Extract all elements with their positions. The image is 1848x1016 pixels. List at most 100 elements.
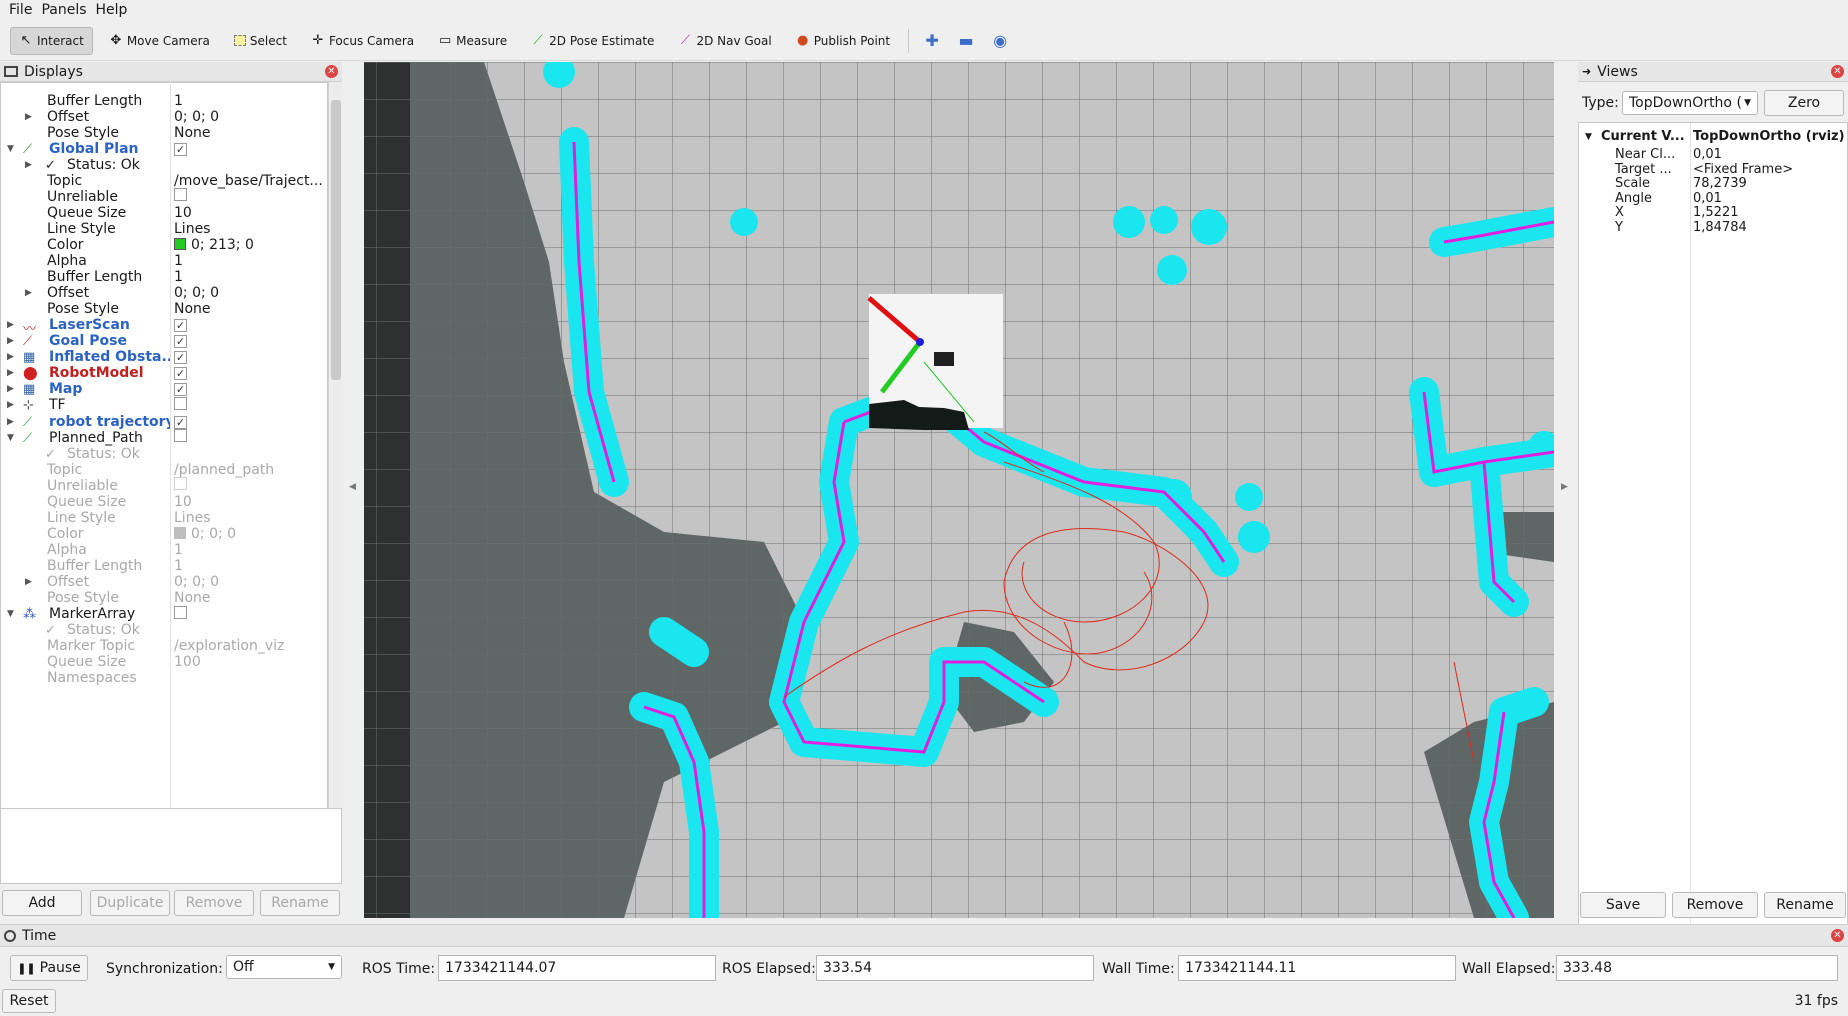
expand-icon[interactable]: ▼ bbox=[7, 144, 17, 154]
move-camera-tool[interactable]: ✥ Move Camera bbox=[101, 27, 218, 55]
menu-file[interactable]: File bbox=[9, 2, 32, 18]
collapse-icon[interactable]: ▶ bbox=[25, 577, 35, 587]
views-column-separator bbox=[1690, 123, 1691, 949]
duplicate-display-button[interactable]: Duplicate bbox=[90, 890, 170, 916]
measure-tool[interactable]: ▭ Measure bbox=[430, 27, 515, 55]
pause-button[interactable]: ❚❚ Pause bbox=[10, 955, 88, 981]
wall-time-label: Wall Time: bbox=[1102, 961, 1175, 977]
view-property-name: Angle bbox=[1615, 190, 1652, 206]
collapse-icon[interactable]: ▶ bbox=[7, 320, 17, 330]
view-type-row: Type: TopDownOrtho ( ▼ Zero bbox=[1578, 88, 1848, 118]
map-view[interactable] bbox=[364, 62, 1554, 918]
displays-panel: Displays ✕ Buffer Length 1 ▶ Offset 0; 0; 0P… bbox=[0, 62, 342, 864]
collapse-icon[interactable]: ▶ bbox=[7, 417, 17, 427]
view-property-name: Y bbox=[1615, 219, 1623, 235]
rename-view-button[interactable]: Rename bbox=[1764, 892, 1846, 918]
collapse-icon[interactable]: ▶ bbox=[25, 112, 35, 122]
toolbar-separator bbox=[908, 28, 910, 53]
nav-goal-tool[interactable]: ⟋ 2D Nav Goal bbox=[670, 27, 779, 55]
view-property-value: 0,01 bbox=[1693, 190, 1722, 206]
ros-elapsed-field[interactable]: 333.54 bbox=[816, 955, 1094, 981]
enable-checkbox[interactable]: ✓ bbox=[174, 335, 187, 349]
view-property-row[interactable]: Y 1,84784 bbox=[1579, 220, 1848, 237]
enable-checkbox[interactable]: ✓ bbox=[174, 351, 187, 365]
toolbar: ↖ Interact ✥ Move Camera Select ✛ Focus … bbox=[0, 21, 1848, 61]
ros-elapsed-label: ROS Elapsed: bbox=[722, 961, 816, 977]
enable-checkbox[interactable]: ✓ bbox=[174, 319, 187, 333]
current-view-row[interactable]: ▼ Current V... TopDownOrtho (rviz) bbox=[1579, 129, 1848, 146]
collapse-icon[interactable]: ▶ bbox=[25, 288, 35, 298]
check-icon: ✓ bbox=[45, 157, 56, 173]
enable-checkbox[interactable]: ✓ bbox=[174, 383, 187, 397]
scrollbar-thumb[interactable] bbox=[331, 100, 341, 380]
enable-checkbox[interactable]: ✓ bbox=[174, 415, 187, 429]
view-property-name: X bbox=[1615, 205, 1624, 220]
chevron-down-icon: ▼ bbox=[328, 962, 335, 972]
expand-icon[interactable]: ▼ bbox=[7, 433, 17, 443]
left-splitter[interactable]: ◀ bbox=[344, 62, 362, 918]
type-label: Type: bbox=[1582, 95, 1619, 111]
close-icon[interactable]: ✕ bbox=[325, 65, 338, 78]
views-arrow-icon: ➜ bbox=[1582, 65, 1592, 78]
wall-elapsed-field[interactable]: 333.48 bbox=[1556, 955, 1838, 981]
publish-point-label: Publish Point bbox=[813, 33, 891, 48]
eye-icon[interactable]: ◉ bbox=[985, 31, 1015, 50]
display-row[interactable]: Namespaces bbox=[1, 669, 327, 688]
view-type-select[interactable]: TopDownOrtho ( ▼ bbox=[1622, 91, 1758, 115]
sync-value: Off bbox=[233, 959, 254, 975]
collapse-icon[interactable]: ▶ bbox=[7, 352, 17, 362]
color-swatch[interactable] bbox=[174, 237, 186, 250]
menu-panels[interactable]: Panels bbox=[41, 2, 86, 18]
pause-icon: ❚❚ bbox=[17, 961, 36, 975]
collapse-icon[interactable]: ▶ bbox=[7, 368, 17, 378]
render-viewport[interactable] bbox=[364, 62, 1554, 918]
zero-button[interactable]: Zero bbox=[1764, 90, 1844, 116]
current-view-name: Current V... bbox=[1601, 129, 1685, 144]
expand-icon[interactable]: ▼ bbox=[7, 609, 17, 619]
pose-estimate-label: 2D Pose Estimate bbox=[549, 33, 655, 48]
enable-checkbox[interactable] bbox=[174, 477, 187, 491]
menu-help[interactable]: Help bbox=[96, 2, 128, 18]
views-title-bar: ➜ Views ✕ bbox=[1578, 62, 1848, 82]
add-tool-icon[interactable]: ✚ bbox=[917, 31, 947, 50]
pose-estimate-tool[interactable]: ⟋ 2D Pose Estimate bbox=[523, 27, 662, 55]
enable-checkbox[interactable] bbox=[174, 429, 187, 443]
time-panel: Time ✕ ❚❚ Pause Synchronization: Off ▼ R… bbox=[0, 924, 1848, 1016]
displays-title-bar: Displays ✕ bbox=[0, 62, 342, 82]
save-view-button[interactable]: Save bbox=[1580, 892, 1666, 918]
remove-view-button[interactable]: Remove bbox=[1672, 892, 1758, 918]
wall-time-field[interactable]: 1733421144.11 bbox=[1178, 955, 1456, 981]
remove-display-button[interactable]: Remove bbox=[174, 890, 254, 916]
enable-checkbox[interactable] bbox=[174, 188, 187, 202]
add-display-button[interactable]: Add bbox=[2, 890, 82, 916]
robot-model-icon: ⬤ bbox=[23, 366, 38, 382]
displays-scrollbar[interactable] bbox=[328, 82, 342, 864]
collapse-icon[interactable]: ▶ bbox=[7, 400, 17, 410]
ros-time-field[interactable]: 1733421144.07 bbox=[438, 955, 716, 981]
interact-tool[interactable]: ↖ Interact bbox=[10, 26, 93, 55]
enable-checkbox[interactable]: ✓ bbox=[174, 367, 187, 381]
enable-checkbox[interactable]: ✓ bbox=[174, 142, 187, 156]
display-row-name: Namespaces bbox=[47, 670, 137, 687]
collapse-icon[interactable]: ▶ bbox=[7, 336, 17, 346]
select-tool[interactable]: Select bbox=[226, 27, 295, 55]
remove-tool-icon[interactable]: ▬ bbox=[951, 31, 981, 50]
laserscan-icon: 〰 bbox=[23, 322, 37, 338]
enable-checkbox[interactable] bbox=[174, 605, 187, 619]
view-property-name: Near Cl... bbox=[1615, 147, 1676, 162]
view-property-value: 1,5221 bbox=[1693, 205, 1739, 220]
collapse-icon[interactable]: ▶ bbox=[7, 384, 17, 394]
right-splitter[interactable]: ▶ bbox=[1554, 62, 1576, 918]
sync-select[interactable]: Off ▼ bbox=[226, 955, 342, 979]
reset-button[interactable]: Reset bbox=[2, 989, 56, 1013]
color-swatch[interactable] bbox=[174, 526, 186, 539]
close-icon[interactable]: ✕ bbox=[1831, 65, 1844, 78]
collapse-icon[interactable]: ▶ bbox=[25, 160, 35, 170]
time-title-bar: Time ✕ bbox=[0, 925, 1848, 947]
enable-checkbox[interactable] bbox=[174, 396, 187, 410]
focus-camera-label: Focus Camera bbox=[328, 33, 415, 48]
publish-point-tool[interactable]: ● Publish Point bbox=[788, 27, 898, 55]
close-icon[interactable]: ✕ bbox=[1831, 929, 1844, 942]
rename-display-button[interactable]: Rename bbox=[260, 890, 340, 916]
focus-camera-tool[interactable]: ✛ Focus Camera bbox=[303, 27, 422, 55]
